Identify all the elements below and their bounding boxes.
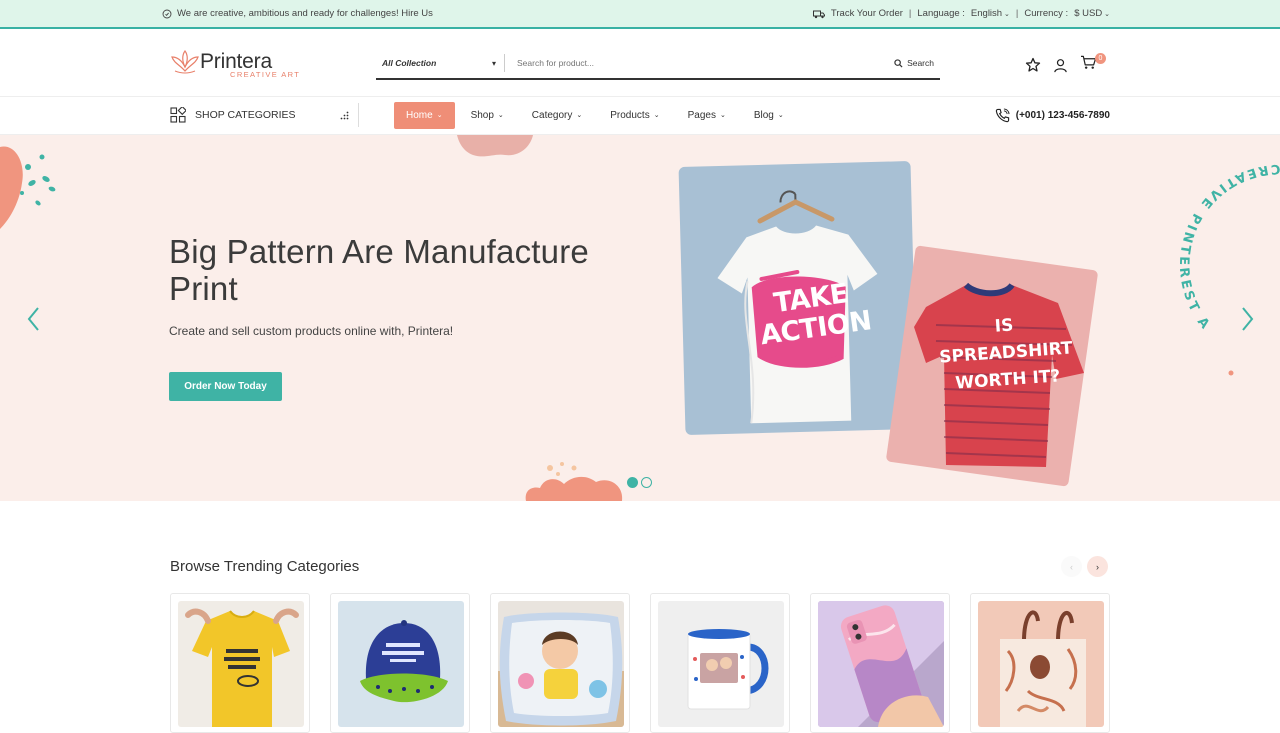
shop-categories-label: SHOP CATEGORIES <box>195 109 296 121</box>
chevron-down-icon: ⌄ <box>1002 11 1010 18</box>
nav-item-label: Category <box>531 110 573 121</box>
search-button[interactable]: Search <box>894 58 940 68</box>
user-icon[interactable] <box>1053 58 1068 73</box>
nav-item-label: Home <box>406 110 433 121</box>
hero-image-tshirt-white: TAKE ACTION <box>678 160 918 436</box>
currency-select[interactable]: $ USD ⌄ <box>1074 8 1110 19</box>
search-icon <box>894 58 903 68</box>
phone-contact[interactable]: (+001) 123-456-7890 <box>995 108 1110 123</box>
hero-image-tshirt-red: IS SPREADSHIRT WORTH IT? <box>886 245 1098 487</box>
search-bar: All Collection ▾ Search <box>376 48 940 80</box>
category-image-mug <box>658 601 784 727</box>
phone-icon <box>995 108 1010 123</box>
slider-dot[interactable] <box>627 477 638 488</box>
decorative-blob <box>457 135 533 157</box>
circular-text-badge: CREATIVE PINTEREST A <box>1176 161 1280 376</box>
category-card-tote-bag[interactable] <box>970 593 1110 733</box>
phone-number: (+001) 123-456-7890 <box>1015 110 1110 121</box>
category-card-phone-case[interactable] <box>810 593 950 733</box>
chevron-left-icon[interactable] <box>26 305 42 333</box>
shirt-print-text: IS SPREADSHIRT WORTH IT? <box>933 308 1078 399</box>
nav-item-products[interactable]: Products ⌄ <box>598 102 671 129</box>
carousel-next-button[interactable]: › <box>1087 556 1108 577</box>
hero-subtitle: Create and sell custom products online w… <box>169 324 454 338</box>
logo[interactable]: Printera CREATIVE ART <box>170 49 299 79</box>
hero-title: Big Pattern Are Manufacture Print <box>169 233 589 307</box>
search-input[interactable] <box>505 58 895 68</box>
grid-icon <box>170 107 186 123</box>
cart-count-badge: 0 <box>1095 53 1106 64</box>
truck-icon <box>812 10 825 18</box>
collection-select[interactable]: All Collection ▾ <box>376 58 504 68</box>
topbar-message: We are creative, ambitious and ready for… <box>162 8 433 19</box>
order-now-button[interactable]: Order Now Today <box>169 372 282 401</box>
chevron-down-icon: ⌄ <box>497 112 504 119</box>
cart-button[interactable]: 0 <box>1080 53 1106 75</box>
chevron-down-icon: ⌄ <box>436 112 443 119</box>
track-order-link[interactable]: Track Your Order <box>831 8 903 19</box>
chevron-down-icon: ⌄ <box>1102 11 1110 18</box>
carousel-prev-button[interactable]: ‹ <box>1061 556 1082 577</box>
header: Printera CREATIVE ART All Collection ▾ S… <box>0 29 1280 97</box>
chevron-down-icon: ⌄ <box>719 112 726 119</box>
nav-item-pages[interactable]: Pages ⌄ <box>676 102 738 129</box>
nav-item-shop[interactable]: Shop ⌄ <box>459 102 516 129</box>
chevron-down-icon: ⌄ <box>653 112 660 119</box>
top-bar: We are creative, ambitious and ready for… <box>0 0 1280 29</box>
header-actions: 0 <box>1025 53 1106 75</box>
category-image-cap <box>338 601 464 727</box>
currency-value: $ USD <box>1074 8 1103 19</box>
section-title: Browse Trending Categories <box>170 558 360 575</box>
nav-menu: Home ⌄ Shop ⌄ Category ⌄ Products ⌄ Pages ⌄ B… <box>394 102 800 129</box>
category-image-tshirt <box>178 601 304 727</box>
category-cards <box>170 593 1110 733</box>
category-image-tote-bag <box>978 601 1104 727</box>
logo-tagline: CREATIVE ART <box>230 70 301 79</box>
hero-slider: Big Pattern Are Manufacture Print Create… <box>0 135 1280 501</box>
chevron-down-icon: ⌄ <box>777 112 784 119</box>
category-card-mug[interactable] <box>650 593 790 733</box>
topbar-divider: | <box>908 8 912 19</box>
slider-dots <box>627 477 652 488</box>
nav-item-label: Pages <box>687 110 716 121</box>
language-select[interactable]: English ⌄ <box>971 8 1010 19</box>
chevron-down-icon: ⌄ <box>576 112 583 119</box>
nav-divider <box>358 103 359 127</box>
collection-value: All Collection <box>382 58 437 68</box>
category-card-cap[interactable] <box>330 593 470 733</box>
star-icon[interactable] <box>1025 57 1041 73</box>
nav-item-label: Blog <box>753 110 774 121</box>
svg-text:CREATIVE PINTEREST A: CREATIVE PINTEREST A <box>1176 161 1280 334</box>
shop-categories-button[interactable]: SHOP CATEGORIES <box>170 107 296 123</box>
decorative-blob <box>0 146 56 229</box>
flower-logo-icon <box>171 49 199 74</box>
slider-dot[interactable] <box>641 477 652 488</box>
nav-item-blog[interactable]: Blog ⌄ <box>742 102 796 129</box>
category-card-tshirt[interactable] <box>170 593 310 733</box>
decorative-blob <box>525 462 623 501</box>
topbar-divider: | <box>1015 8 1019 19</box>
category-card-pillow[interactable] <box>490 593 630 733</box>
category-image-phone-case <box>818 601 944 727</box>
nav-item-home[interactable]: Home ⌄ <box>394 102 455 129</box>
logo-name: Printera <box>200 50 272 73</box>
language-value: English <box>970 8 1003 19</box>
carousel-controls: ‹ › <box>1061 556 1108 577</box>
nav-item-label: Products <box>610 110 650 121</box>
language-label: Language : <box>917 8 965 19</box>
main-nav: SHOP CATEGORIES Home ⌄ Shop ⌄ Category ⌄ Pr… <box>0 97 1280 135</box>
chevron-down-icon: ▾ <box>491 58 496 68</box>
category-image-pillow <box>498 601 624 727</box>
nav-item-label: Shop <box>470 110 494 121</box>
search-button-label: Search <box>907 58 934 68</box>
topbar-message-text[interactable]: We are creative, ambitious and ready for… <box>177 8 433 19</box>
currency-label: Currency : <box>1024 8 1069 19</box>
info-circle-icon <box>162 9 172 18</box>
dots-menu-icon[interactable] <box>340 111 349 120</box>
nav-item-category[interactable]: Category ⌄ <box>520 102 594 129</box>
